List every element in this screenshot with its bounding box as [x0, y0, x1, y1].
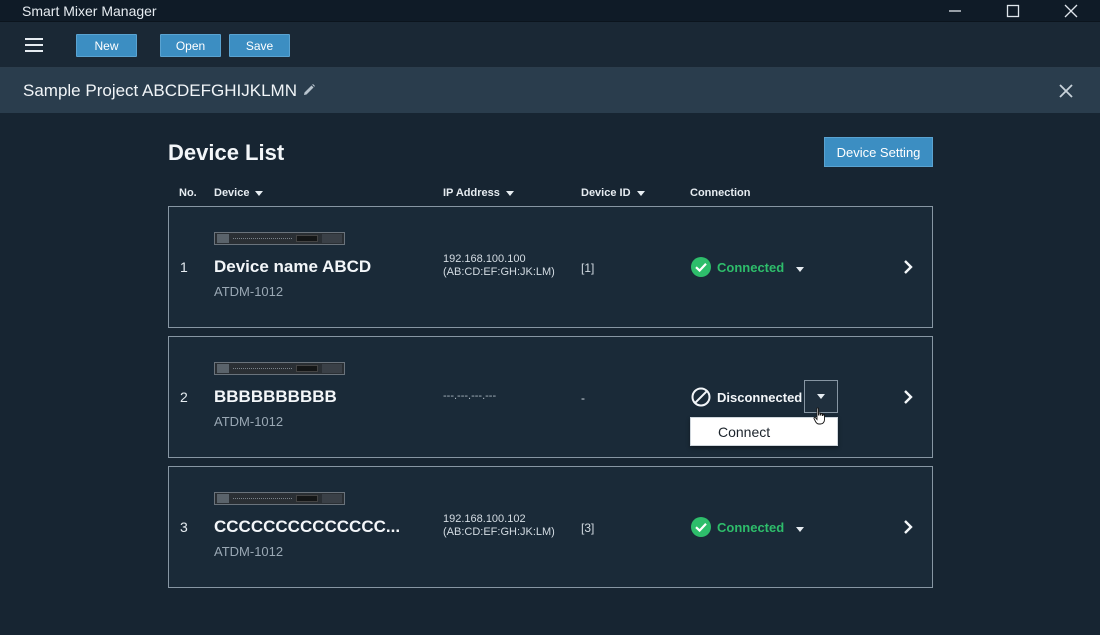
- device-model: ATDM-1012: [214, 284, 284, 299]
- hamburger-menu-icon[interactable]: [25, 38, 43, 52]
- caret-down-icon: [636, 190, 645, 196]
- maximize-icon: [1006, 4, 1020, 18]
- mac-value: (AB:CD:EF:GH:JK:LM): [443, 266, 555, 278]
- caret-down-icon[interactable]: [796, 260, 805, 275]
- chevron-right-icon[interactable]: [902, 389, 914, 405]
- device-image: [214, 492, 345, 505]
- column-header-connection: Connection: [690, 187, 751, 199]
- connection-status: Disconnected: [691, 387, 802, 407]
- check-circle-icon: [691, 257, 711, 277]
- device-image: [214, 362, 345, 375]
- device-name: Device name ABCD: [214, 257, 372, 276]
- row-number: 3: [180, 519, 188, 535]
- ip-address: ---.---.---.---: [443, 390, 497, 402]
- device-id: [3]: [581, 521, 595, 535]
- row-number: 2: [180, 389, 188, 405]
- caret-down-icon: [255, 190, 264, 196]
- column-header-device-id-label: Device ID: [581, 187, 631, 199]
- app-window: Smart Mixer Manager New Open Save Sample…: [0, 0, 1100, 635]
- caret-down-icon: [505, 190, 514, 196]
- open-button[interactable]: Open: [160, 34, 221, 57]
- column-header-connection-label: Connection: [690, 187, 751, 199]
- caret-down-icon: [817, 394, 825, 399]
- device-id: [1]: [581, 261, 595, 275]
- ip-value: 192.168.100.100: [443, 253, 526, 265]
- connection-label: Connected: [717, 259, 785, 275]
- toolbar: New Open Save: [0, 22, 1100, 68]
- connection-label: Connected: [717, 519, 785, 535]
- device-image: [214, 232, 345, 245]
- minimize-button[interactable]: [926, 0, 984, 22]
- ip-value: 192.168.100.102: [443, 513, 526, 525]
- column-header-ip-label: IP Address: [443, 187, 500, 199]
- device-setting-button[interactable]: Device Setting: [824, 137, 933, 167]
- device-name: CCCCCCCCCCCCCC...: [214, 517, 401, 536]
- title-bar: Smart Mixer Manager: [0, 0, 1100, 22]
- ip-address: 192.168.100.100 (AB:CD:EF:GH:JK:LM): [443, 253, 555, 279]
- chevron-right-icon[interactable]: [902, 519, 914, 535]
- column-header-no-label: No.: [179, 187, 197, 199]
- pencil-icon[interactable]: [302, 83, 316, 97]
- app-title: Smart Mixer Manager: [22, 2, 157, 19]
- project-header: Sample Project ABCDEFGHIJKLMN: [0, 68, 1100, 113]
- device-model: ATDM-1012: [214, 414, 284, 429]
- device-row[interactable]: 1 Device name ABCD ATDM-1012 192.168.100…: [168, 206, 933, 328]
- hand-pointer-icon: [813, 407, 825, 425]
- row-number: 1: [180, 259, 188, 275]
- window-controls: [926, 0, 1100, 22]
- close-icon[interactable]: [1058, 83, 1074, 99]
- prohibited-circle-icon: [691, 387, 711, 407]
- device-row[interactable]: 3 CCCCCCCCCCCCCC... ATDM-1012 192.168.10…: [168, 466, 933, 588]
- chevron-right-icon[interactable]: [902, 259, 914, 275]
- connect-menu-label: Connect: [718, 423, 771, 440]
- device-name: BBBBBBBBBB: [214, 387, 337, 406]
- caret-down-icon[interactable]: [796, 520, 805, 535]
- column-header-ip[interactable]: IP Address: [443, 187, 514, 199]
- minimize-icon: [949, 10, 961, 12]
- connection-label: Disconnected: [717, 389, 803, 405]
- check-circle-icon: [691, 517, 711, 537]
- close-icon: [1064, 4, 1078, 18]
- page-title: Device List: [168, 140, 285, 165]
- column-header-no: No.: [179, 187, 197, 199]
- column-header-device[interactable]: Device: [214, 187, 264, 199]
- mac-value: (AB:CD:EF:GH:JK:LM): [443, 526, 555, 538]
- maximize-button[interactable]: [984, 0, 1042, 22]
- connection-status: Connected: [691, 257, 805, 277]
- save-button[interactable]: Save: [229, 34, 290, 57]
- column-header-device-label: Device: [214, 187, 250, 199]
- new-button[interactable]: New: [76, 34, 137, 57]
- project-title: Sample Project ABCDEFGHIJKLMN: [23, 81, 297, 100]
- connection-status: Connected: [691, 517, 805, 537]
- ip-address: 192.168.100.102 (AB:CD:EF:GH:JK:LM): [443, 513, 555, 539]
- window-close-button[interactable]: [1042, 0, 1100, 22]
- column-header-device-id[interactable]: Device ID: [581, 187, 645, 199]
- device-id: -: [581, 391, 585, 405]
- device-model: ATDM-1012: [214, 544, 284, 559]
